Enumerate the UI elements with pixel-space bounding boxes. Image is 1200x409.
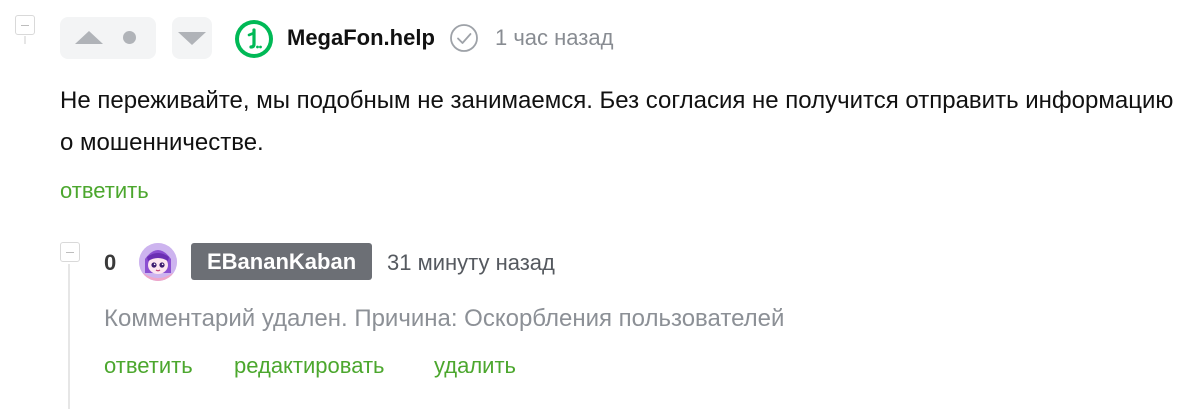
downvote-icon	[178, 32, 206, 45]
collapse-reply-button[interactable]	[60, 242, 80, 262]
upvote-icon[interactable]	[75, 31, 103, 44]
collapse-thread-button[interactable]	[15, 15, 35, 35]
megafon-logo-icon	[247, 28, 262, 49]
reply-link[interactable]: ответить	[104, 353, 193, 379]
check-circle-icon	[450, 24, 478, 52]
avatar[interactable]	[139, 243, 177, 281]
deleted-comment-notice: Комментарий удален. Причина: Оскорбления…	[104, 305, 785, 332]
edit-link[interactable]: редактировать	[234, 353, 385, 379]
comment-body: Не переживайте, мы подобным не занимаемс…	[60, 87, 1174, 156]
rating-dot-icon	[123, 31, 136, 44]
downvote-button[interactable]	[172, 17, 212, 59]
thread-line-nested	[68, 264, 70, 409]
comment-author[interactable]: MegaFon.help	[287, 25, 435, 51]
delete-link[interactable]: удалить	[434, 353, 516, 379]
anime-avatar-icon	[139, 243, 177, 281]
reply-score: 0	[104, 250, 117, 275]
thread-line	[24, 36, 26, 44]
reply-link[interactable]: ответить	[60, 178, 149, 204]
vote-up-group	[60, 17, 156, 59]
reply-author-badge[interactable]: EBananKaban	[191, 243, 372, 280]
avatar[interactable]	[235, 20, 273, 58]
comment-timestamp[interactable]: 1 час назад	[495, 25, 613, 51]
reply-timestamp[interactable]: 31 минуту назад	[387, 250, 555, 276]
